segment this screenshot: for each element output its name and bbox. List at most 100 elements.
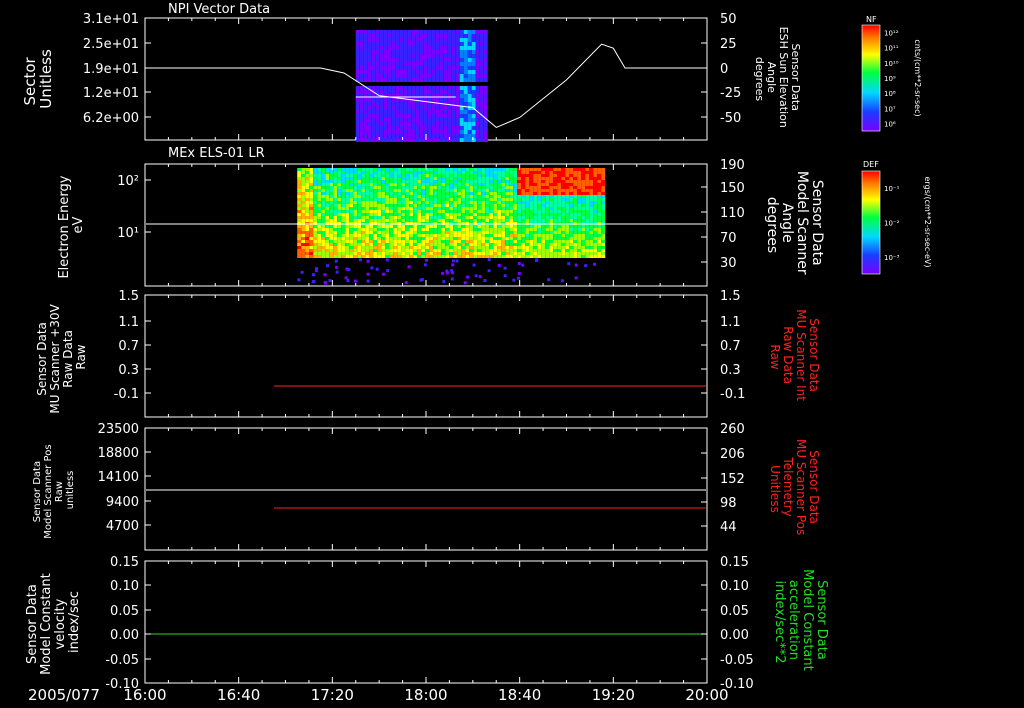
spectrogram-cell	[537, 168, 542, 171]
spectrogram-cell	[333, 192, 338, 195]
spectrogram-cell	[447, 118, 452, 122]
spectrogram-cell	[597, 204, 602, 207]
spectrogram-cell	[355, 118, 360, 122]
spectrogram-cell	[463, 86, 468, 90]
spectrogram-cell	[501, 195, 506, 198]
spectrogram-cell	[593, 225, 598, 228]
spectrogram-cell	[457, 207, 462, 210]
spectrogram-cell	[387, 50, 392, 54]
spectrogram-cell	[345, 213, 350, 216]
spectrogram-cell	[513, 240, 518, 243]
spectrogram-cell	[459, 118, 464, 122]
spectrogram-cell	[393, 168, 398, 171]
spectrogram-cell	[473, 207, 478, 210]
spectrogram-cell	[545, 255, 550, 258]
spectrogram-cell	[585, 246, 590, 249]
spectrogram-cell	[341, 219, 346, 222]
spectrogram-cell	[437, 183, 442, 186]
spectrogram-cell	[301, 189, 306, 192]
spectrogram-cell	[335, 270, 339, 274]
spectrogram-cell	[497, 186, 502, 189]
spectrogram-cell	[425, 243, 430, 246]
y-tick-label-right: -25	[720, 86, 741, 101]
spectrogram-cell	[437, 252, 442, 255]
spectrogram-cell	[405, 237, 410, 240]
spectrogram-cell	[377, 243, 382, 246]
spectrogram-cell	[533, 177, 538, 180]
spectrogram-cell	[393, 216, 398, 219]
spectrogram-cell	[413, 189, 418, 192]
spectrogram-cell	[317, 210, 322, 213]
spectrogram-cell	[415, 86, 420, 90]
spectrogram-cell	[363, 134, 368, 138]
spectrogram-cell	[461, 201, 466, 204]
spectrogram-cell	[442, 280, 446, 284]
spectrogram-cell	[521, 252, 526, 255]
spectrogram-cell	[517, 192, 522, 195]
spectrogram-cell	[589, 204, 594, 207]
spectrogram-cell	[309, 234, 314, 237]
spectrogram-cell	[489, 207, 494, 210]
spectrogram-cell	[461, 234, 466, 237]
spectrogram-cell	[371, 122, 376, 126]
spectrogram-cell	[565, 231, 570, 234]
spectrogram-cell	[415, 42, 420, 46]
spectrogram-cell	[441, 240, 446, 243]
spectrogram-cell	[541, 237, 546, 240]
spectrogram-cell	[445, 195, 450, 198]
spectrogram-cell	[437, 177, 442, 180]
spectrogram-cell	[513, 216, 518, 219]
spectrogram-cell	[407, 70, 412, 74]
spectrogram-cell	[537, 225, 542, 228]
spectrogram-cell	[481, 252, 486, 255]
spectrogram-cell	[359, 70, 364, 74]
spectrogram-cell	[337, 243, 342, 246]
spectrogram-cell	[345, 207, 350, 210]
spectrogram-cell	[421, 219, 426, 222]
spectrogram-cell	[399, 134, 404, 138]
spectrogram-cell	[533, 255, 538, 258]
spectrogram-cell	[367, 50, 372, 54]
spectrogram-cell	[421, 195, 426, 198]
y-tick-label-right: 0.3	[720, 363, 741, 378]
spectrogram-cell	[405, 246, 410, 249]
spectrogram-cell	[321, 228, 326, 231]
spectrogram-cell	[443, 30, 448, 34]
spectrogram-cell	[377, 246, 382, 249]
spectrogram-cell	[437, 174, 442, 177]
spectrogram-cell	[517, 255, 522, 258]
spectrogram-cell	[569, 189, 574, 192]
spectrogram-cell	[427, 118, 432, 122]
spectrogram-cell	[581, 183, 586, 186]
spectrogram-cell	[333, 177, 338, 180]
spectrogram-cell	[433, 237, 438, 240]
spectrogram-cell	[493, 186, 498, 189]
spectrogram-cell	[413, 180, 418, 183]
spectrogram-cell	[407, 134, 412, 138]
spectrogram-cell	[525, 228, 530, 231]
spectrogram-cell	[357, 186, 362, 189]
spectrogram-cell	[549, 243, 554, 246]
spectrogram-cell	[475, 86, 480, 90]
spectrogram-cell	[379, 30, 384, 34]
spectrogram-cell	[481, 180, 486, 183]
spectrogram-cell	[441, 255, 446, 258]
spectrogram-cell	[451, 114, 456, 118]
spectrogram-cell	[305, 255, 310, 258]
spectrogram-cell	[473, 246, 478, 249]
spectrogram-cell	[401, 198, 406, 201]
spectrogram-cell	[369, 192, 374, 195]
spectrogram-cell	[419, 126, 424, 130]
spectrogram-cell	[381, 240, 386, 243]
spectrogram-cell	[589, 186, 594, 189]
spectrogram-cell	[359, 90, 364, 94]
spectrogram-cell	[359, 134, 364, 138]
spectrogram-cell	[461, 243, 466, 246]
spectrogram-cell	[421, 204, 426, 207]
spectrogram-cell	[345, 246, 350, 249]
spectrogram-cell	[381, 243, 386, 246]
spectrogram-cell	[329, 180, 334, 183]
spectrogram-cell	[473, 189, 478, 192]
spectrogram-cell	[517, 234, 522, 237]
spectrogram-cell	[453, 201, 458, 204]
